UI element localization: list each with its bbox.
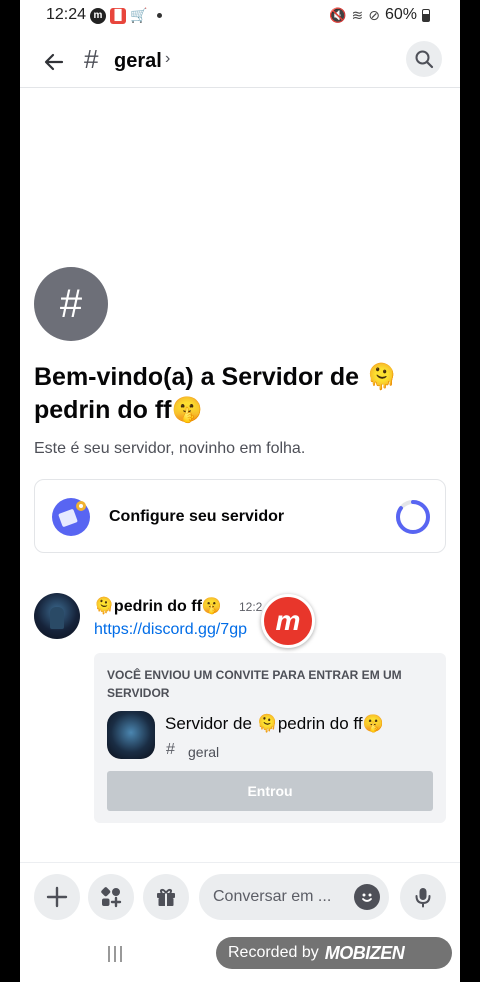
emoji-icon — [362, 893, 372, 902]
setup-server-label: Configure seu servidor — [109, 508, 285, 525]
message-timestamp: 12:2 — [239, 600, 263, 614]
invite-embed: VOCÊ ENVIOU UM CONVITE PARA ENTRAR EM UM… — [94, 653, 446, 823]
microphone-icon — [415, 888, 431, 908]
apps-button[interactable] — [88, 874, 134, 920]
search-icon — [415, 50, 434, 69]
setup-server-card[interactable]: Configure seu servidor — [34, 479, 446, 553]
emoji-button[interactable] — [354, 884, 380, 910]
recorder-watermark: Recorded by MOBIZEN — [216, 937, 452, 969]
welcome-title: Bem-vindo(a) a Servidor de 🫠 pedrin do f… — [34, 363, 398, 424]
status-time: 12:24 — [46, 6, 87, 23]
status-bar: 12:24 m █ 🛒 🔇 ≋ ⊘ 60% — [20, 0, 460, 32]
welcome-subtitle: Este é seu servidor, novinho em folha. — [34, 440, 306, 457]
gift-icon — [157, 889, 175, 906]
invite-channel-name: geral — [188, 744, 220, 760]
message-composer: Conversar em ... — [20, 862, 460, 932]
invite-server-name: Servidor de 🫠pedrin do ff🤫 — [165, 714, 384, 733]
mobizen-floating-button[interactable]: m — [261, 594, 315, 648]
setup-server-icon — [52, 498, 90, 536]
back-button[interactable] — [38, 46, 70, 78]
channel-hash-icon: # — [84, 44, 99, 74]
recorder-brand: MOBIZEN — [324, 942, 405, 963]
invite-channel-hash-icon: # — [166, 741, 175, 758]
channel-title[interactable]: geral — [114, 50, 162, 73]
channel-header: # geral › — [20, 38, 460, 88]
message-author[interactable]: 🫠pedrin do ff🤫 — [94, 596, 222, 616]
add-attachment-button[interactable] — [34, 874, 80, 920]
recorder-prefix: Recorded by — [228, 944, 319, 961]
more-notifications-icon — [157, 13, 163, 18]
mobizen-notification-icon: m — [90, 7, 106, 24]
apps-icon — [101, 887, 122, 908]
mute-icon: 🔇 — [329, 6, 347, 23]
discord-channel-screen: 12:24 m █ 🛒 🔇 ≋ ⊘ 60% # geral › # Bem-vi… — [20, 0, 460, 982]
gift-button[interactable] — [143, 874, 189, 920]
message-input-placeholder: Conversar em ... — [213, 888, 332, 905]
joined-button[interactable]: Entrou — [107, 771, 433, 811]
do-not-disturb-icon: ⊘ — [368, 6, 380, 23]
recent-apps-button[interactable] — [108, 946, 122, 962]
battery-percent: 60% — [384, 6, 417, 23]
cart-notification-icon: 🛒 — [130, 7, 148, 23]
server-icon — [107, 711, 155, 759]
notification-icons: m █ 🛒 — [90, 7, 163, 24]
battery-icon — [422, 8, 430, 22]
arrow-left-icon — [44, 53, 64, 71]
search-button[interactable] — [406, 41, 442, 77]
system-icons: 🔇 ≋ ⊘ 60% — [329, 6, 430, 24]
invite-link-text: https://discord.gg/7gp — [94, 621, 247, 638]
plus-icon — [46, 886, 68, 908]
channel-hash-avatar: # — [34, 267, 108, 341]
user-avatar[interactable] — [34, 593, 80, 639]
invite-heading: VOCÊ ENVIOU UM CONVITE PARA ENTRAR EM UM… — [107, 668, 402, 700]
voice-message-button[interactable] — [400, 874, 446, 920]
chevron-right-icon[interactable]: › — [165, 50, 170, 68]
app-notification-icon: █ — [110, 7, 126, 24]
setup-progress-ring — [396, 500, 430, 534]
wifi-icon: ≋ — [351, 6, 364, 23]
recent-apps-icon — [108, 946, 110, 962]
